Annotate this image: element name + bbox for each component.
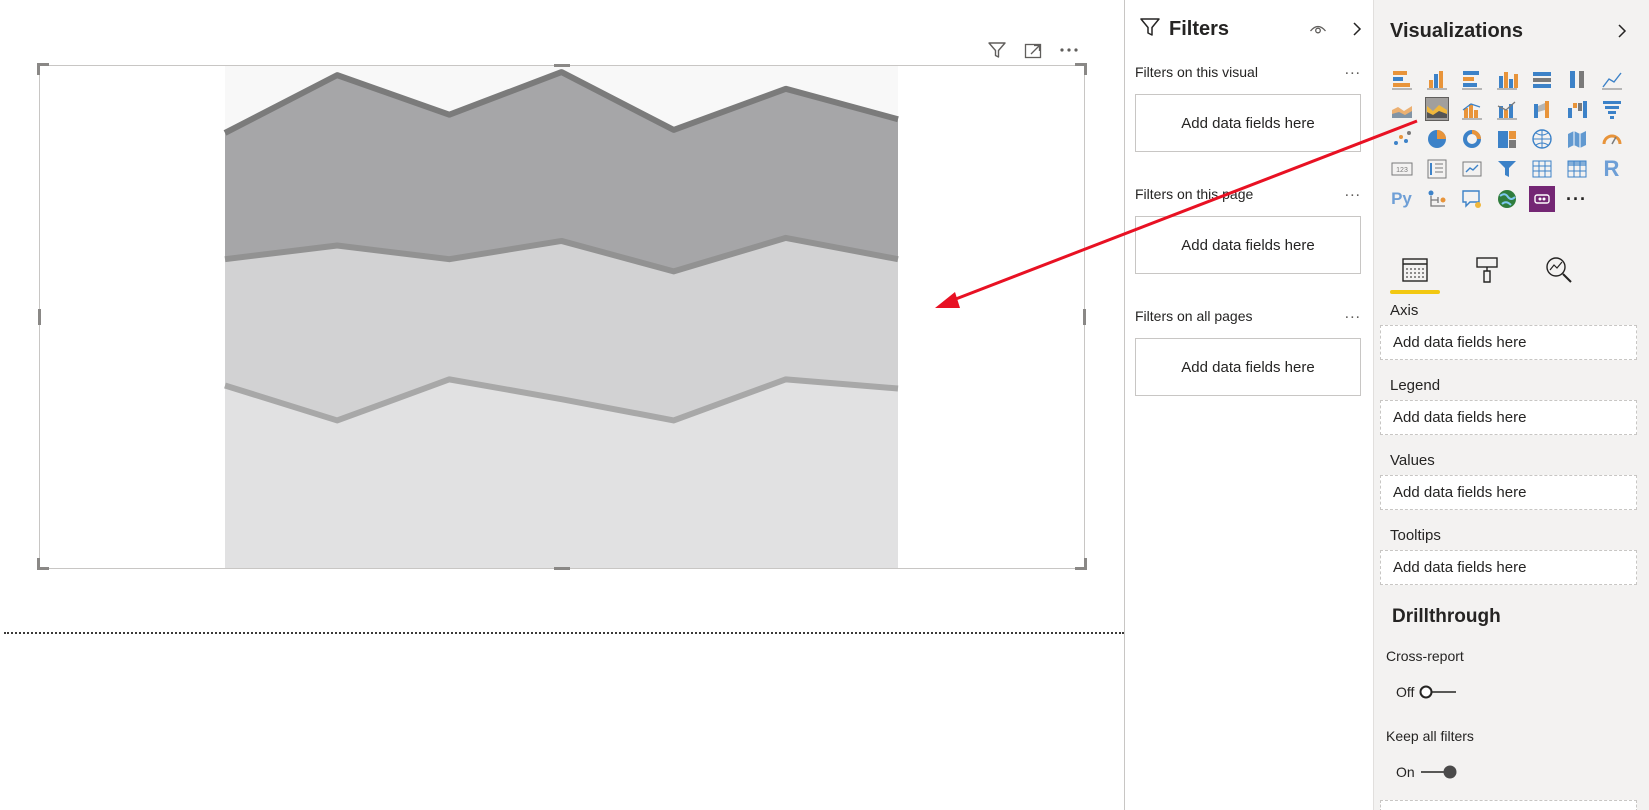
legend-label: Legend <box>1390 377 1441 394</box>
chevron-right-icon[interactable] <box>1612 20 1632 42</box>
filters-on-visual-section: Filters on this visual ... Add data fiel… <box>1135 62 1361 152</box>
page-boundary-line <box>4 632 1124 634</box>
key-influencers-icon[interactable] <box>1419 184 1454 214</box>
fields-tab[interactable] <box>1390 250 1440 294</box>
area-chart-icon[interactable] <box>1384 94 1419 124</box>
cross-report-label: Cross-report <box>1386 648 1464 664</box>
resize-handle-top-left[interactable] <box>37 63 40 75</box>
filter-icon <box>1139 16 1161 43</box>
qa-visual-icon[interactable] <box>1454 184 1489 214</box>
filters-on-all-pages-well[interactable]: Add data fields here <box>1135 338 1361 396</box>
visualization-gallery: 123 R Py ··· <box>1384 64 1629 214</box>
card-icon[interactable]: 123 <box>1384 154 1419 184</box>
keep-all-filters-label: Keep all filters <box>1386 728 1474 744</box>
area-chart-visual[interactable] <box>39 65 1085 569</box>
funnel-chart-icon[interactable] <box>1594 94 1629 124</box>
legend-field-well[interactable]: Add data fields here <box>1380 400 1637 435</box>
visualizations-pane: Visualizations 123 R Py ··· Axis Add data f… <box>1374 0 1649 810</box>
kpi-icon[interactable] <box>1454 154 1489 184</box>
resize-handle-bottom-left[interactable] <box>37 558 40 570</box>
more-options-icon[interactable] <box>1056 38 1082 62</box>
python-visual-icon[interactable]: Py <box>1384 184 1419 214</box>
donut-chart-icon[interactable] <box>1454 124 1489 154</box>
filters-on-page-label: Filters on this page <box>1135 186 1254 202</box>
clustered-column-chart-icon[interactable] <box>1489 64 1524 94</box>
line-and-clustered-column-chart-icon[interactable] <box>1489 94 1524 124</box>
filters-title: Filters <box>1169 17 1230 40</box>
pane-tabs <box>1390 250 1584 294</box>
drillthrough-title: Drillthrough <box>1392 606 1501 627</box>
filled-map-icon[interactable] <box>1559 124 1594 154</box>
filters-header: Filters <box>1139 16 1229 42</box>
eye-icon[interactable] <box>1307 18 1329 40</box>
line-and-stacked-column-chart-icon[interactable] <box>1454 94 1489 124</box>
pie-chart-icon[interactable] <box>1419 124 1454 154</box>
slicer-icon[interactable] <box>1489 154 1524 184</box>
matrix-icon[interactable] <box>1559 154 1594 184</box>
ribbon-chart-icon[interactable] <box>1524 94 1559 124</box>
line-chart-icon[interactable] <box>1594 64 1629 94</box>
stacked-area-chart <box>223 66 899 568</box>
more-options-icon[interactable]: ... <box>1345 62 1361 78</box>
visual-header-toolbar <box>984 38 1082 62</box>
100-stacked-bar-chart-icon[interactable] <box>1524 64 1559 94</box>
chevron-right-icon[interactable] <box>1347 18 1367 40</box>
toggle-off-icon <box>1419 685 1457 699</box>
stacked-bar-chart-icon[interactable] <box>1384 64 1419 94</box>
tooltips-label: Tooltips <box>1390 527 1441 544</box>
values-field-well[interactable]: Add data fields here <box>1380 475 1637 510</box>
100-stacked-column-chart-icon[interactable] <box>1559 64 1594 94</box>
more-options-icon[interactable]: ... <box>1345 306 1361 322</box>
field-well-partial <box>1380 800 1637 810</box>
svg-text:123: 123 <box>1396 167 1408 174</box>
arcgis-map-icon[interactable] <box>1489 184 1524 214</box>
resize-handle-right[interactable] <box>1083 309 1086 325</box>
resize-handle-bottom[interactable] <box>554 567 570 570</box>
custom-visual-icon[interactable] <box>1524 184 1559 214</box>
filters-on-visual-well[interactable]: Add data fields here <box>1135 94 1361 152</box>
filters-on-page-section: Filters on this page ... Add data fields… <box>1135 184 1361 274</box>
filter-icon[interactable] <box>984 38 1010 62</box>
treemap-icon[interactable] <box>1489 124 1524 154</box>
resize-handle-left[interactable] <box>38 309 41 325</box>
keep-all-filters-state: On <box>1396 764 1415 780</box>
power-bi-report-editor: Filters Filters on this visual ... Add d… <box>0 0 1649 810</box>
analytics-tab[interactable] <box>1534 250 1584 290</box>
filters-on-all-pages-section: Filters on all pages ... Add data fields… <box>1135 306 1361 396</box>
values-label: Values <box>1390 452 1435 469</box>
stacked-area-chart-icon[interactable] <box>1419 94 1454 124</box>
stacked-column-chart-icon[interactable] <box>1419 64 1454 94</box>
cross-report-toggle[interactable]: Off <box>1396 684 1458 700</box>
scatter-chart-icon[interactable] <box>1384 124 1419 154</box>
format-tab[interactable] <box>1462 250 1512 290</box>
axis-field-well[interactable]: Add data fields here <box>1380 325 1637 360</box>
resize-handle-top-right[interactable] <box>1084 63 1087 75</box>
cross-report-state: Off <box>1396 684 1415 700</box>
get-more-visuals-icon[interactable]: ··· <box>1559 184 1594 214</box>
waterfall-chart-icon[interactable] <box>1559 94 1594 124</box>
gauge-icon[interactable] <box>1594 124 1629 154</box>
filters-on-all-pages-label: Filters on all pages <box>1135 308 1253 324</box>
more-options-icon[interactable]: ... <box>1345 184 1361 200</box>
multi-row-card-icon[interactable] <box>1419 154 1454 184</box>
filters-on-visual-label: Filters on this visual <box>1135 64 1258 80</box>
clustered-bar-chart-icon[interactable] <box>1454 64 1489 94</box>
axis-label: Axis <box>1390 302 1419 319</box>
map-icon[interactable] <box>1524 124 1559 154</box>
table-icon[interactable] <box>1524 154 1559 184</box>
toggle-on-icon <box>1420 765 1457 779</box>
r-script-visual-icon[interactable]: R <box>1594 154 1629 184</box>
resize-handle-bottom-right[interactable] <box>1084 558 1087 570</box>
filters-on-page-well[interactable]: Add data fields here <box>1135 216 1361 274</box>
keep-all-filters-toggle[interactable]: On <box>1396 764 1459 780</box>
focus-mode-icon[interactable] <box>1020 38 1046 62</box>
tooltips-field-well[interactable]: Add data fields here <box>1380 550 1637 585</box>
visualizations-title: Visualizations <box>1390 20 1524 42</box>
report-canvas[interactable] <box>0 0 1124 810</box>
resize-handle-top[interactable] <box>554 64 570 67</box>
filters-pane: Filters Filters on this visual ... Add d… <box>1124 0 1374 810</box>
